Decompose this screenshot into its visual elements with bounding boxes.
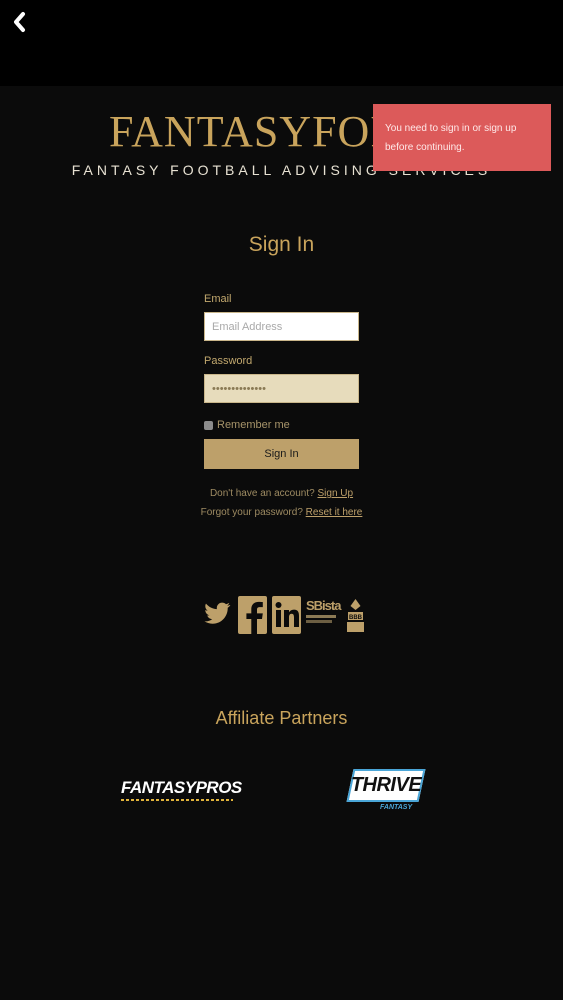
- thrive-fantasy-logo[interactable]: THRIVE FANTASY: [346, 769, 426, 813]
- chevron-left-icon: [14, 12, 25, 32]
- signup-prompt: Don't have an account? Sign Up: [0, 488, 563, 499]
- sbista-text: SBista: [306, 598, 341, 613]
- sbista-lines: [306, 615, 336, 618]
- signin-form: Email Password Remember me Sign In: [204, 293, 359, 469]
- alert-message: You need to sign in or sign up before co…: [385, 123, 517, 153]
- bbb-logo[interactable]: BBB: [346, 598, 365, 634]
- forgot-prompt: Forgot your password? Reset it here: [0, 507, 563, 518]
- facebook-icon[interactable]: [238, 596, 267, 634]
- sbista-logo[interactable]: SBista: [306, 598, 341, 632]
- forgot-text: Forgot your password?: [200, 507, 303, 518]
- thrive-logo-text: THRIVE: [350, 774, 422, 796]
- thrive-logo-subtext: FANTASY: [380, 804, 413, 811]
- linkedin-icon[interactable]: [272, 596, 301, 634]
- social-links: SBista BBB: [0, 596, 563, 636]
- alert-toast: You need to sign in or sign up before co…: [373, 104, 551, 171]
- svg-text:BBB: BBB: [349, 615, 363, 621]
- fantasypros-underline: [121, 799, 233, 801]
- affiliate-partners-heading: Affiliate Partners: [215, 708, 348, 728]
- sbista-lines-2: [306, 620, 332, 623]
- back-button[interactable]: [10, 10, 30, 34]
- signin-button[interactable]: Sign In: [204, 439, 359, 469]
- fantasypros-part1: FANTASY: [121, 778, 196, 797]
- email-field[interactable]: [204, 312, 359, 341]
- page-title: Sign In: [248, 233, 315, 256]
- twitter-icon[interactable]: [204, 598, 232, 628]
- remember-me: Remember me: [204, 419, 359, 431]
- password-field[interactable]: [204, 374, 359, 403]
- remember-me-checkbox[interactable]: [204, 420, 213, 430]
- remember-me-label: Remember me: [217, 419, 290, 431]
- fantasypros-logo[interactable]: FANTASYPROS: [121, 778, 243, 804]
- reset-link[interactable]: Reset it here: [306, 507, 363, 518]
- top-bar: [0, 0, 563, 86]
- email-label: Email: [204, 293, 232, 305]
- no-account-text: Don't have an account?: [209, 488, 315, 499]
- fantasypros-part2: PROS: [195, 778, 243, 797]
- signup-link[interactable]: Sign Up: [317, 488, 353, 499]
- password-label: Password: [204, 355, 253, 367]
